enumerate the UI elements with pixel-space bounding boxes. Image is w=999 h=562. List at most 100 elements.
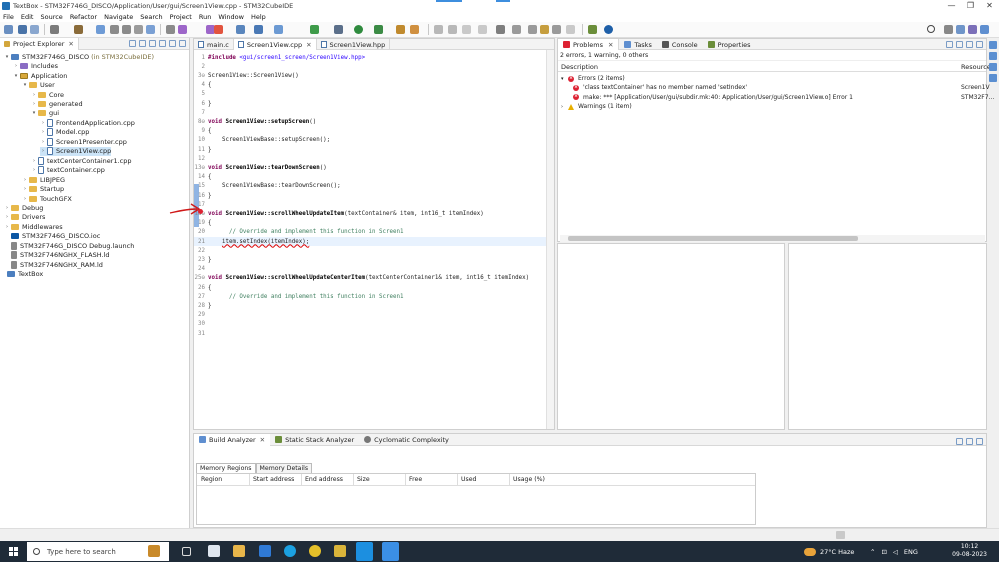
tab-console[interactable]: Console	[657, 39, 703, 50]
debug-config-icon[interactable]	[96, 25, 105, 34]
tab-properties[interactable]: Properties	[703, 39, 756, 50]
calendar-app-icon[interactable]	[208, 545, 220, 557]
save-all-icon[interactable]	[30, 25, 39, 34]
expand-arrow-icon[interactable]: ›	[13, 63, 19, 69]
view-menu-icon[interactable]	[159, 40, 166, 47]
tree-item[interactable]: › Core	[31, 90, 64, 100]
next-annotation-icon[interactable]	[496, 25, 505, 34]
expand-arrow-icon[interactable]: ›	[4, 224, 10, 230]
problem-row[interactable]: ▾ × Errors (2 items)	[561, 74, 625, 83]
expand-arrow-icon[interactable]: ›	[561, 104, 568, 110]
maximize-icon[interactable]	[976, 41, 983, 48]
tab-static-stack-analyzer[interactable]: Static Stack Analyzer	[270, 434, 359, 446]
search-icon[interactable]	[236, 25, 245, 34]
code-line[interactable]: 6}	[194, 99, 547, 108]
cube-perspective-icon[interactable]	[980, 25, 989, 34]
tree-item[interactable]: › Screen1View.cpp	[40, 146, 112, 156]
people-icon[interactable]: ⌃	[870, 548, 875, 556]
code-line[interactable]: 14{	[194, 173, 547, 182]
expand-arrow-icon[interactable]: ›	[31, 158, 37, 164]
task-view-icon[interactable]	[182, 547, 191, 556]
tree-item[interactable]: ▾ STM32F746G_DISCO (in STM32CubeIDE)	[4, 52, 154, 62]
maximize-icon[interactable]	[179, 40, 186, 47]
problem-row[interactable]: › Warnings (1 item)	[561, 102, 632, 111]
editor-scrollbar[interactable]	[546, 50, 554, 429]
tree-item[interactable]: › Includes	[13, 61, 58, 71]
expand-arrow-icon[interactable]: ›	[31, 101, 37, 107]
code-line[interactable]: 27 // Override and implement this functi…	[194, 292, 547, 301]
code-line[interactable]: 16}	[194, 191, 547, 200]
run-icon[interactable]	[354, 25, 363, 34]
code-line[interactable]: 7	[194, 108, 547, 117]
run-check-icon[interactable]	[310, 25, 319, 34]
code-line[interactable]: 26{	[194, 283, 547, 292]
close-icon[interactable]: ✕	[608, 41, 613, 49]
col-region[interactable]: Region	[201, 476, 222, 483]
expand-arrow-icon[interactable]: ▾	[4, 54, 10, 60]
new-icon[interactable]	[4, 25, 13, 34]
code-line[interactable]: 3⊖ Screen1View::Screen1View()	[194, 71, 547, 80]
cpp-perspective-icon[interactable]	[956, 25, 965, 34]
sticky-app-icon[interactable]	[334, 545, 346, 557]
maximize-icon[interactable]	[976, 438, 983, 445]
stm32cubeide-icon[interactable]	[382, 542, 399, 561]
menu-source[interactable]: Source	[40, 13, 62, 21]
tab-cyclomatic-complexity[interactable]: Cyclomatic Complexity	[359, 434, 454, 446]
minimize-icon[interactable]	[169, 40, 176, 47]
close-icon[interactable]: ✕	[260, 436, 265, 444]
code-line[interactable]: 18⊖void Screen1View::scrollWheelUpdateIt…	[194, 209, 547, 218]
save-icon[interactable]	[18, 25, 27, 34]
col-used[interactable]: Used	[461, 476, 477, 483]
annotation2-icon[interactable]	[478, 25, 487, 34]
perspective-icon[interactable]	[944, 25, 953, 34]
network-icon[interactable]: ⊡	[881, 548, 886, 556]
tree-item[interactable]: STM32F746NGHX_RAM.ld	[4, 260, 103, 270]
back-history-icon[interactable]	[540, 25, 549, 34]
expand-arrow-icon[interactable]: ▾	[561, 76, 568, 82]
code-line[interactable]: 4{	[194, 81, 547, 90]
new-class-icon[interactable]	[254, 25, 263, 34]
chip-icon[interactable]	[134, 25, 143, 34]
tree-item[interactable]: › Model.cpp	[40, 128, 89, 138]
file-explorer-icon[interactable]	[233, 545, 245, 557]
info-icon[interactable]	[604, 25, 613, 34]
expand-arrow-icon[interactable]: ›	[22, 186, 28, 192]
expand-arrow-icon[interactable]: ▾	[22, 82, 28, 88]
col-free[interactable]: Free	[409, 476, 422, 483]
code-line[interactable]: 28}	[194, 301, 547, 310]
code-line[interactable]: 22	[194, 246, 547, 255]
refresh-icon[interactable]	[956, 438, 963, 445]
build-settings-icon[interactable]	[50, 25, 59, 34]
code-line[interactable]: 9{	[194, 127, 547, 136]
col-description[interactable]: Description	[561, 63, 598, 71]
code-line[interactable]: 19{	[194, 219, 547, 228]
terminal-icon[interactable]	[110, 25, 119, 34]
minimize-button[interactable]: —	[942, 0, 961, 11]
open-type-icon[interactable]	[274, 25, 283, 34]
touchgfx-icon[interactable]	[356, 542, 373, 561]
expand-arrow-icon[interactable]: ›	[40, 120, 46, 126]
sfr-icon[interactable]	[989, 63, 997, 71]
expand-arrow-icon[interactable]: ▾	[31, 110, 37, 116]
outline-icon[interactable]	[989, 41, 997, 49]
problems-scrollbar[interactable]	[560, 235, 985, 242]
code-line[interactable]: 5	[194, 90, 547, 99]
code-line[interactable]: 11}	[194, 145, 547, 154]
menu-search[interactable]: Search	[140, 13, 162, 21]
minimize-icon[interactable]	[966, 41, 973, 48]
code-line[interactable]: 15 Screen1ViewBase::tearDownScreen();	[194, 182, 547, 191]
filter-icon[interactable]	[149, 40, 156, 47]
code-line[interactable]: 31	[194, 329, 547, 338]
progress-icon[interactable]	[836, 531, 845, 539]
code-line[interactable]: 24	[194, 265, 547, 274]
tree-item[interactable]: › textContainer.cpp	[31, 165, 105, 175]
stop-icon[interactable]	[214, 25, 223, 34]
briefcase-icon[interactable]	[148, 545, 160, 557]
tree-item[interactable]: ▾ gui	[31, 109, 59, 119]
expand-arrow-icon[interactable]: ▾	[13, 73, 19, 79]
menu-file[interactable]: File	[3, 13, 14, 21]
expand-arrow-icon[interactable]: ›	[4, 205, 10, 211]
tab-memory-regions[interactable]: Memory Regions	[196, 463, 256, 473]
code-line[interactable]: 2	[194, 62, 547, 71]
profile-icon[interactable]	[166, 25, 175, 34]
